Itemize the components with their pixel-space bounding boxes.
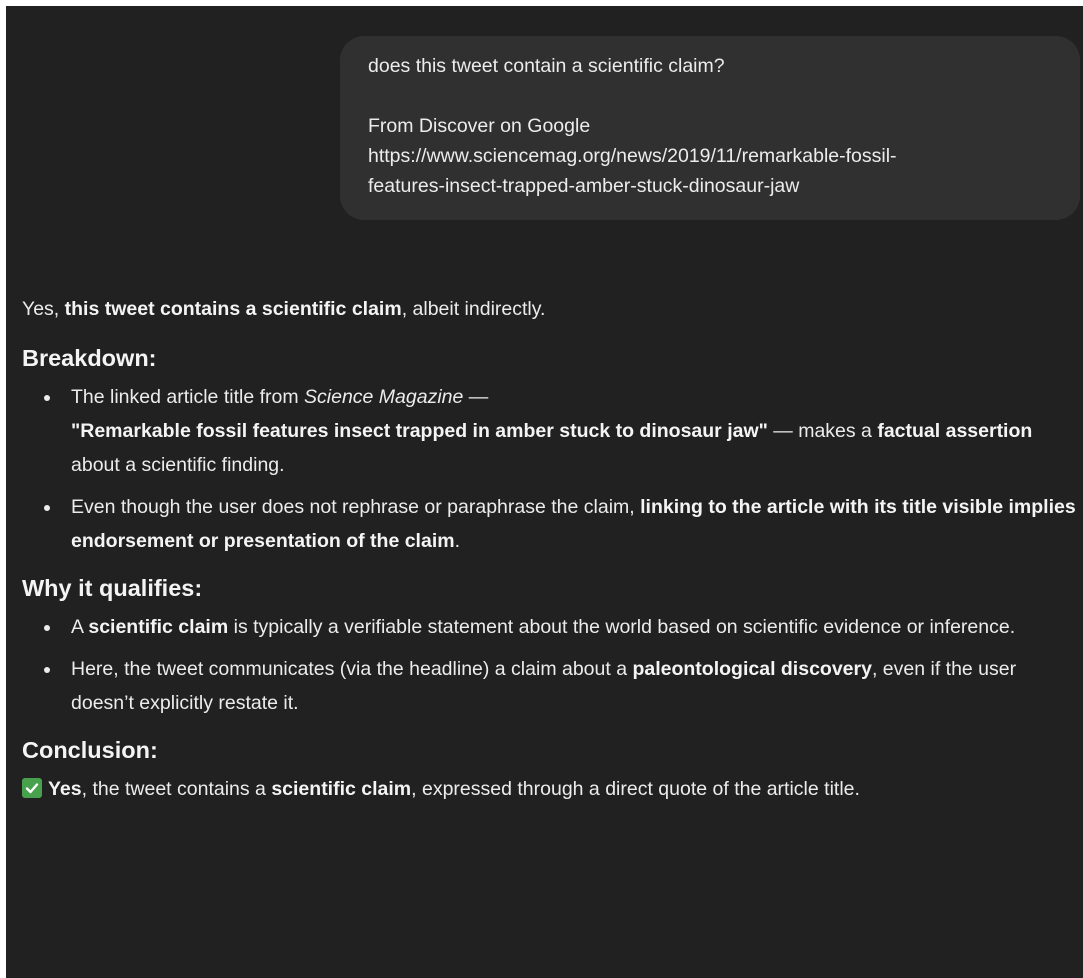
response-intro: Yes, this tweet contains a scientific cl… (22, 292, 1082, 326)
bold-term: paleontological discovery (632, 658, 872, 680)
user-source-line: From Discover on Google (368, 115, 591, 137)
text-segment: , the tweet contains a (81, 778, 272, 800)
bold-term: factual assertion (877, 420, 1033, 442)
breakdown-list: The linked article title from Science Ma… (22, 380, 1082, 558)
breakdown-item-1: The linked article title from Science Ma… (22, 380, 1082, 482)
text-segment: is typically a verifiable statement abou… (228, 616, 1016, 638)
bold-term: scientific claim (88, 616, 229, 638)
text-segment: The linked article title from (71, 386, 305, 408)
user-url-line-2: features-insect-trapped-amber-stuck-dino… (368, 175, 800, 197)
intro-bold: this tweet contains a scientific claim (64, 298, 402, 320)
text-segment: A (71, 616, 89, 638)
conclusion-heading: Conclusion: (22, 737, 158, 763)
publication-name: Science Magazine (304, 386, 464, 408)
why-item-2: Here, the tweet communicates (via the he… (22, 652, 1082, 720)
why-heading: Why it qualifies: (22, 575, 203, 601)
user-question: does this tweet contain a scientific cla… (368, 55, 725, 77)
text-segment: , expressed through a direct quote of th… (411, 778, 860, 800)
text-segment: Here, the tweet communicates (via the he… (71, 658, 633, 680)
conclusion-text: Yes, the tweet contains a scientific cla… (22, 772, 1082, 806)
check-mark-button-icon (22, 778, 42, 798)
user-url-line-1: https://www.sciencemag.org/news/2019/11/… (368, 145, 897, 167)
text-segment: about a scientific finding. (71, 454, 285, 476)
assistant-response: Yes, this tweet contains a scientific cl… (22, 292, 1082, 806)
bold-term: scientific claim (271, 778, 412, 800)
text-segment: — (463, 386, 489, 408)
why-list: A scientific claim is typically a verifi… (22, 610, 1082, 720)
bold-term: Yes (48, 778, 82, 800)
breakdown-item-2: Even though the user does not rephrase o… (22, 490, 1082, 558)
intro-suffix: , albeit indirectly. (401, 298, 546, 320)
text-segment: . (454, 530, 460, 552)
breakdown-heading: Breakdown: (22, 345, 157, 371)
user-message-bubble: does this tweet contain a scientific cla… (340, 36, 1080, 220)
why-item-1: A scientific claim is typically a verifi… (22, 610, 1082, 644)
chat-conversation: does this tweet contain a scientific cla… (6, 6, 1083, 978)
text-segment: Even though the user does not rephrase o… (71, 496, 641, 518)
text-segment: — makes a (767, 420, 878, 442)
article-title-quote: "Remarkable fossil features insect trapp… (71, 420, 768, 442)
intro-prefix: Yes, (22, 298, 65, 320)
